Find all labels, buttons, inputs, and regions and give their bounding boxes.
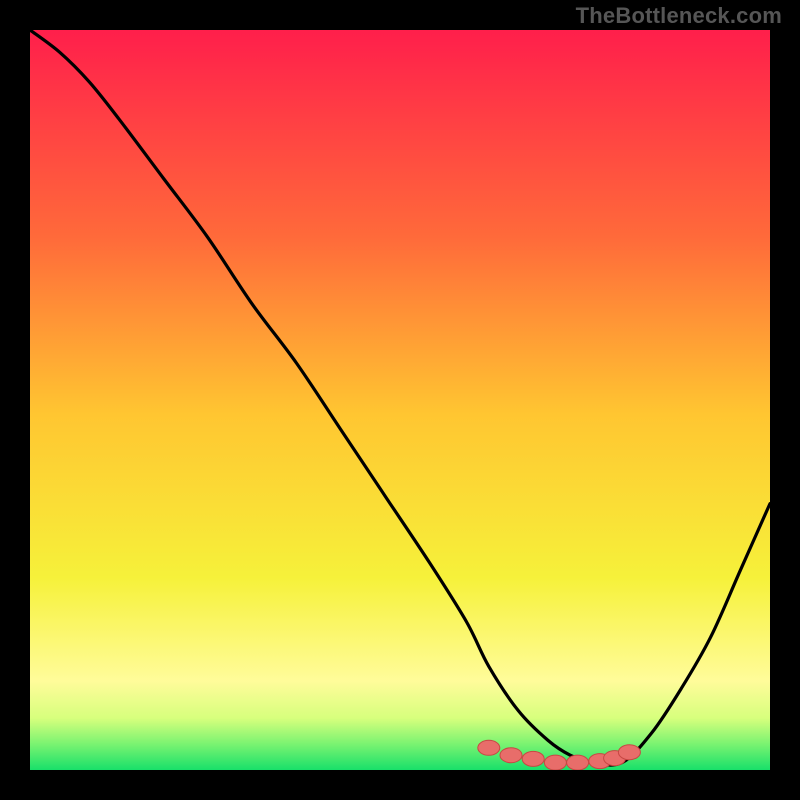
- marker-dot: [618, 745, 640, 760]
- marker-dot: [478, 740, 500, 755]
- marker-dot: [544, 755, 566, 770]
- chart-svg: [30, 30, 770, 770]
- plot-area: [30, 30, 770, 770]
- chart-frame: TheBottleneck.com: [0, 0, 800, 800]
- gradient-background: [30, 30, 770, 770]
- watermark-text: TheBottleneck.com: [576, 3, 782, 29]
- marker-dot: [500, 748, 522, 763]
- marker-dot: [522, 751, 544, 766]
- marker-dot: [567, 755, 589, 770]
